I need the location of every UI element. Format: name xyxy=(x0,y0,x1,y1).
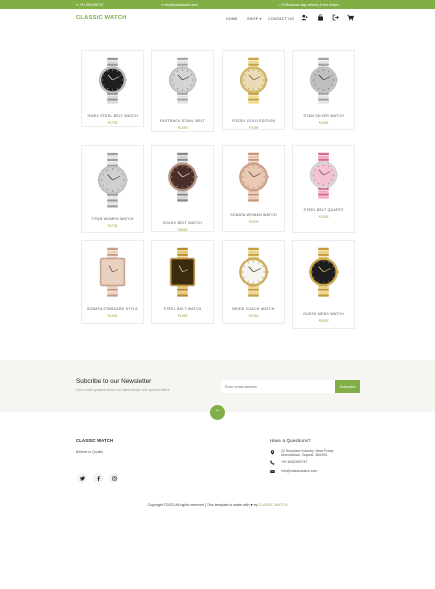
copyright: Copyright ©2022 All rights reserved | Th… xyxy=(0,503,435,507)
instagram-icon[interactable] xyxy=(109,473,119,483)
chevron-up-icon: ⌃ xyxy=(214,410,221,416)
product-card[interactable]: GUESS MENS WATCH ₹5999 xyxy=(292,240,355,329)
topbar-shipping: ⌁ 3-5 Business days delivery & free retu… xyxy=(278,2,339,7)
product-image[interactable] xyxy=(223,146,284,208)
product-image[interactable] xyxy=(152,146,213,208)
product-name[interactable]: TIMEX STEEL BELT WATCH xyxy=(82,114,143,118)
footer-email[interactable]: info@classicwatch.com xyxy=(281,469,317,473)
product-price: ₹1795 xyxy=(107,224,118,228)
cart-icon[interactable] xyxy=(347,14,354,21)
product-name[interactable]: TITAN WOMEN WATCH xyxy=(82,217,143,221)
twitter-icon[interactable] xyxy=(77,473,87,483)
nav-shop-label: SHOP xyxy=(247,16,259,21)
nav-home-link[interactable]: HOME xyxy=(226,17,238,21)
product-image[interactable] xyxy=(223,241,284,303)
newsletter-email-input[interactable] xyxy=(221,380,335,393)
map-marker-icon xyxy=(270,450,275,455)
copyright-text: Copyright ©2022 All rights reserved | Th… xyxy=(147,503,250,507)
product-card[interactable]: FOSSIL GOLD EDITION ₹7099 xyxy=(222,50,285,130)
product-price: ₹7099 xyxy=(248,126,259,130)
product-name[interactable]: SONATA STANDARD STYLE xyxy=(82,307,143,311)
product-price: ₹1795 xyxy=(107,121,118,125)
nav-shop-link[interactable]: SHOP ▾ xyxy=(247,17,262,21)
product-image[interactable] xyxy=(152,51,213,109)
product-image[interactable] xyxy=(82,146,143,214)
scroll-top-button[interactable]: ⌃ xyxy=(210,405,225,420)
product-card[interactable]: BRIDE COACH WATCH ₹1050 xyxy=(222,240,285,324)
product-image[interactable] xyxy=(293,241,354,303)
product-name[interactable]: SONATA WOMAN WATCH xyxy=(223,213,284,217)
product-name[interactable]: BRIDE COACH WATCH xyxy=(223,307,284,311)
product-image[interactable] xyxy=(152,241,213,303)
product-name[interactable]: STEEL BELT QUARTZ xyxy=(293,208,354,212)
product-name[interactable]: TITAN SILVER WATCH xyxy=(293,114,354,118)
navbar: CLASSIC WATCH HOME SHOP ▾ CONTACT US xyxy=(0,9,435,29)
product-card[interactable]: STEEL BELT WATCH ₹1699 xyxy=(151,240,214,324)
product-price: ₹5999 xyxy=(177,228,188,232)
product-name[interactable]: STEEL BELT WATCH xyxy=(152,307,213,311)
product-price: ₹1499 xyxy=(177,126,188,130)
footer-questions-title: Have a Questions? xyxy=(270,438,311,443)
product-price: ₹1695 xyxy=(318,121,329,125)
footer-phone[interactable]: +91 8452952747 xyxy=(281,460,307,464)
product-card[interactable]: STEEL BELT QUARTZ ₹1599 xyxy=(292,145,355,233)
facebook-icon[interactable] xyxy=(93,473,103,483)
product-image[interactable] xyxy=(82,51,143,109)
logout-icon[interactable] xyxy=(332,14,339,21)
newsletter-subtitle: Get e-mail updates about our latest shop… xyxy=(76,388,170,392)
copyright-brand-link[interactable]: CLASSIC WATCH xyxy=(258,503,287,507)
footer-address: 22 Sunplaze Industry, Near Podar, Ahmeda… xyxy=(281,449,335,458)
topbar-shipping-text: 3-5 Business days delivery & free return… xyxy=(280,2,339,7)
product-image[interactable] xyxy=(293,146,354,204)
product-card[interactable]: FASTRACK STAIN. BELT ₹1499 xyxy=(151,50,214,132)
twitter-glyph xyxy=(79,475,85,480)
instagram-glyph xyxy=(111,475,117,481)
footer-brand: CLASSIC WATCH xyxy=(76,438,114,443)
newsletter-title: Subcribe to our Newsletter xyxy=(76,378,152,385)
topbar-email-text: info@classicwatch.com xyxy=(164,2,198,7)
product-card[interactable]: SONATA STANDARD STYLE ₹1499 xyxy=(81,240,144,324)
facebook-glyph xyxy=(96,475,100,481)
topbar-email[interactable]: ✉ info@classicwatch.com xyxy=(161,3,198,7)
product-image[interactable] xyxy=(293,51,354,109)
phone-icon xyxy=(270,460,275,465)
nav-contact-link[interactable]: CONTACT US xyxy=(268,17,294,21)
product-card[interactable]: TIMEX STEEL BELT WATCH ₹1795 xyxy=(81,50,144,127)
product-price: ₹1050 xyxy=(248,314,259,318)
product-price: ₹1699 xyxy=(177,314,188,318)
heart-icon: ♥ xyxy=(250,503,253,507)
product-card[interactable]: ROLEX BELT WATCH ₹5999 xyxy=(151,145,214,232)
product-name[interactable]: GUESS MENS WATCH xyxy=(293,312,354,316)
product-price: ₹1499 xyxy=(107,314,118,318)
copyright-by: by xyxy=(253,503,258,507)
subscribe-button[interactable]: Subscribe xyxy=(335,380,360,393)
topbar-phone-text: +91 8452952747 xyxy=(79,2,104,7)
topbar-phone: ✆ +91 8452952747 xyxy=(76,2,104,7)
bag-icon[interactable] xyxy=(317,14,324,21)
product-card[interactable]: TITAN WOMEN WATCH ₹1795 xyxy=(81,145,144,233)
product-price: ₹5999 xyxy=(318,319,329,323)
footer-tagline: Believe in Quality xyxy=(76,450,104,454)
product-name[interactable]: ROLEX BELT WATCH xyxy=(152,221,213,225)
product-image[interactable] xyxy=(82,241,143,303)
top-bar: ✆ +91 8452952747 ✉ info@classicwatch.com… xyxy=(0,0,435,9)
product-name[interactable]: FOSSIL GOLD EDITION xyxy=(223,119,284,123)
chevron-down-icon: ▾ xyxy=(258,16,262,21)
product-name[interactable]: FASTRACK STAIN. BELT xyxy=(152,119,213,123)
product-price: ₹1899 xyxy=(248,220,259,224)
product-card[interactable]: SONATA WOMAN WATCH ₹1899 xyxy=(222,145,285,232)
product-price: ₹1599 xyxy=(318,215,329,219)
site-logo[interactable]: CLASSIC WATCH xyxy=(76,15,126,21)
product-image[interactable] xyxy=(223,51,284,109)
user-add-icon[interactable] xyxy=(301,14,308,21)
product-card[interactable]: TITAN SILVER WATCH ₹1695 xyxy=(292,50,355,130)
envelope-icon xyxy=(270,469,275,473)
